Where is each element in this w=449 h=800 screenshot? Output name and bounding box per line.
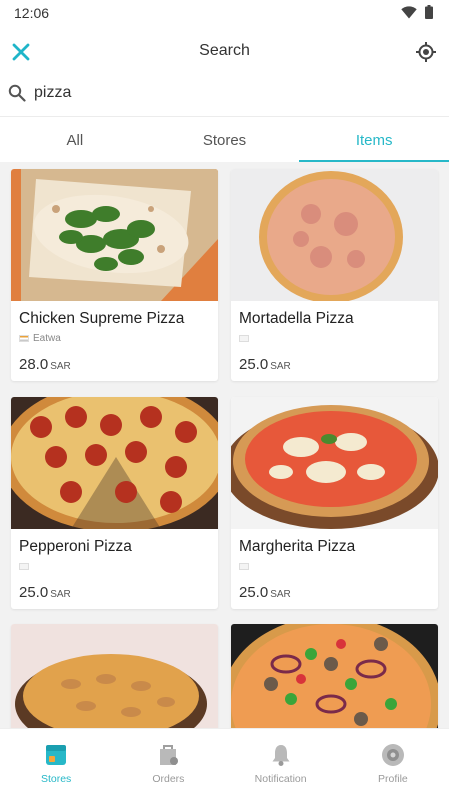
- item-name: Margherita Pizza: [239, 538, 356, 555]
- item-price: 25.0 SAR: [19, 584, 71, 601]
- nav-profile[interactable]: Profile: [337, 729, 449, 800]
- bell-icon: [272, 745, 290, 766]
- tab-all[interactable]: All: [0, 117, 150, 162]
- nav-orders[interactable]: Orders: [112, 729, 224, 800]
- search-bar: [0, 78, 449, 116]
- item-card-mortadella-pizza[interactable]: Mortadella Pizza 25.0 SAR: [231, 169, 438, 381]
- system-icons: [401, 5, 433, 19]
- item-price: 25.0 SAR: [239, 356, 291, 373]
- page-title: Search: [199, 42, 250, 59]
- store-name: Eatwa: [33, 332, 61, 344]
- store-icon: [46, 745, 67, 765]
- item-store: Eatwa: [19, 332, 210, 344]
- item-image: [231, 397, 438, 529]
- store-logo-icon: [19, 334, 29, 342]
- tab-stores[interactable]: Stores: [150, 117, 300, 162]
- item-image: [11, 624, 218, 734]
- store-logo-icon: [239, 562, 249, 570]
- wifi-icon: [401, 5, 417, 18]
- battery-icon: [425, 5, 433, 19]
- search-icon: [8, 84, 26, 102]
- tab-items[interactable]: Items: [299, 117, 449, 162]
- location-button[interactable]: [411, 37, 441, 67]
- item-image: [231, 624, 438, 734]
- item-image: [231, 169, 438, 301]
- item-price: 28.0 SAR: [19, 356, 71, 373]
- item-card-chicken-pizza-partial[interactable]: [11, 624, 218, 734]
- search-tabs: All Stores Items: [0, 116, 449, 162]
- nav-notification[interactable]: Notification: [225, 729, 337, 800]
- nav-stores[interactable]: Stores: [0, 729, 112, 800]
- item-image: [11, 397, 218, 529]
- nav-label: Stores: [40, 773, 72, 785]
- item-price: 25.0 SAR: [239, 584, 291, 601]
- item-name: Chicken Supreme Pizza: [19, 310, 185, 327]
- status-time: 12:06: [14, 5, 50, 21]
- profile-icon: [381, 744, 404, 766]
- app-bar: Search: [0, 26, 449, 78]
- item-card-chicken-supreme-pizza[interactable]: Chicken Supreme Pizza Eatwa 28.0 SAR: [11, 169, 218, 381]
- item-card-pepperoni-pizza[interactable]: Pepperoni Pizza 25.0 SAR: [11, 397, 218, 609]
- item-name: Pepperoni Pizza: [19, 538, 132, 555]
- item-store: [239, 332, 430, 344]
- search-input[interactable]: [34, 80, 434, 106]
- orders-icon: [160, 745, 179, 765]
- item-card-vegetable-pizza-partial[interactable]: [231, 624, 438, 734]
- nav-label: Profile: [377, 773, 408, 785]
- item-card-margherita-pizza[interactable]: Margherita Pizza 25.0 SAR: [231, 397, 438, 609]
- nav-label: Notification: [254, 773, 307, 785]
- crosshair-location-icon: [416, 42, 436, 62]
- status-bar: 12:06: [0, 0, 449, 26]
- item-name: Mortadella Pizza: [239, 310, 354, 327]
- store-logo-icon: [19, 562, 29, 570]
- item-store: [239, 560, 430, 572]
- bottom-navigation: Stores Orders Notification Profile: [0, 728, 449, 800]
- nav-label: Orders: [152, 773, 185, 785]
- item-image: [11, 169, 218, 301]
- store-logo-icon: [239, 334, 249, 342]
- item-store: [19, 560, 210, 572]
